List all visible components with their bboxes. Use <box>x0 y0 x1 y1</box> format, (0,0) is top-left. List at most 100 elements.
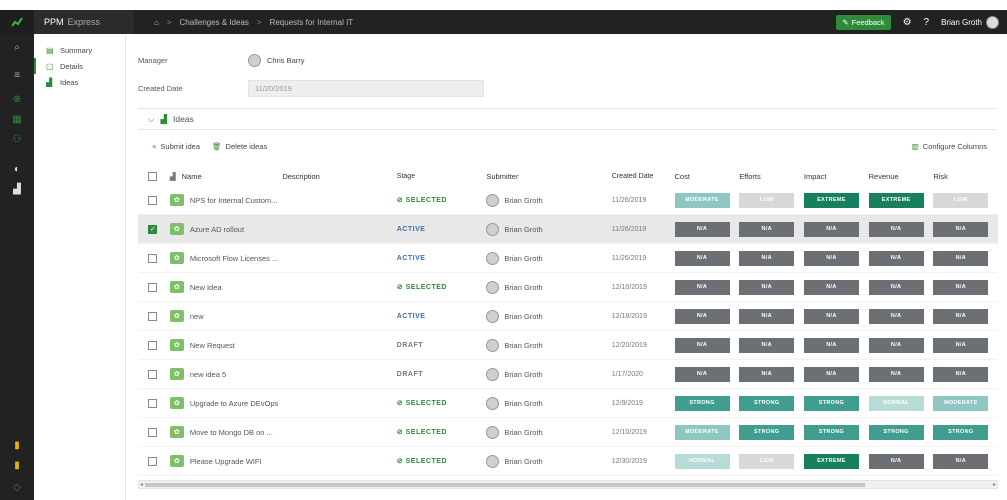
scroll-right-icon[interactable]: ▸ <box>993 481 996 488</box>
search-icon[interactable]: ⌕ <box>9 40 25 54</box>
column-header-name[interactable]: ▟ Name <box>168 172 282 181</box>
select-all-checkbox[interactable] <box>148 171 158 181</box>
breadcrumb-item-requests[interactable]: Requests for Internal IT <box>270 18 354 27</box>
table-row[interactable]: ✿ Move to Mongo DB on ... ⊘ SELECTED Brian … <box>138 418 998 447</box>
manager-field[interactable]: Chris Barry <box>248 54 305 67</box>
table-row[interactable]: ✿ new ACTIVE Brian Groth 12/18/2019 N/A N/A N/A… <box>138 302 998 331</box>
column-header-created-date[interactable]: Created Date <box>612 173 675 180</box>
row-checkbox[interactable]: ✓ <box>148 224 158 234</box>
metric-badge: STRONG <box>803 424 859 440</box>
settings-icon[interactable]: ◇ <box>9 480 25 494</box>
idea-name[interactable]: new <box>190 312 204 321</box>
stage-text: DRAFT <box>396 370 424 378</box>
metric-badge: LOW <box>739 192 795 208</box>
metric-badge: STRONG <box>933 424 989 440</box>
chart-icon[interactable]: ▟ <box>9 182 25 196</box>
column-header-impact[interactable]: Impact <box>804 172 869 181</box>
idea-name[interactable]: New Idea <box>190 283 222 292</box>
idea-name[interactable]: Upgrade to Azure DEvOps <box>190 399 278 408</box>
ideas-section-header[interactable]: ⌵ ▟ Ideas <box>138 108 996 130</box>
column-header-cost[interactable]: Cost <box>675 172 740 181</box>
menu-icon[interactable]: ≡ <box>9 68 25 82</box>
table-row[interactable]: ✿ new idea 5 DRAFT Brian Groth 1/17/2020 N/A N… <box>138 360 998 389</box>
people-icon[interactable]: ⚇ <box>9 132 25 146</box>
idea-name[interactable]: Azure AD rollout <box>190 225 244 234</box>
table-row[interactable]: ✿ Microsoft Flow Licenses ... ACTIVE Brian … <box>138 244 998 273</box>
table-row[interactable]: ✿ New Request DRAFT Brian Groth 12/20/2019 N/… <box>138 331 998 360</box>
app-launcher-icon[interactable] <box>0 10 34 34</box>
idea-icon: ✿ <box>169 223 184 235</box>
table-row[interactable]: ✓ ✿ Azure AD rollout ACTIVE Brian Groth 11/26… <box>138 215 998 244</box>
table-row[interactable]: ✿ New Idea ⊘ SELECTED Brian Groth 12/10/2019… <box>138 273 998 302</box>
horizontal-scrollbar[interactable]: ◂ ▸ <box>138 480 998 489</box>
chat-icon[interactable]: ▮ <box>9 438 25 452</box>
stage-text: SELECTED <box>405 429 447 436</box>
grid-icon[interactable]: ▦ <box>9 112 25 126</box>
stage-label: DRAFT <box>397 371 487 378</box>
metric-badge: N/A <box>933 366 989 382</box>
idea-name[interactable]: Please Upgrade WIFI <box>190 457 262 466</box>
row-checkbox[interactable] <box>148 369 158 379</box>
idea-name[interactable]: Move to Mongo DB on ... <box>190 428 273 437</box>
column-header-submitter[interactable]: Submitter <box>486 172 611 181</box>
palette-icon[interactable]: ◐ <box>9 162 25 176</box>
scrollbar-thumb[interactable] <box>145 483 865 487</box>
subnav-item-summary[interactable]: ▤ Summary <box>34 42 125 58</box>
table-row[interactable]: ✿ Upgrade to Azure DEvOps ⊘ SELECTED Brian … <box>138 389 998 418</box>
idea-name[interactable]: NPS for Internal Custom... <box>190 196 278 205</box>
columns-icon: ▥ <box>911 142 919 151</box>
row-checkbox[interactable] <box>148 427 158 437</box>
avatar <box>986 15 999 29</box>
row-checkbox[interactable] <box>148 456 158 466</box>
add-icon[interactable]: ⊕ <box>9 92 25 106</box>
created-date-label: Created Date <box>138 84 183 93</box>
row-checkbox[interactable] <box>148 282 158 292</box>
submit-idea-button[interactable]: + Submit idea <box>152 142 200 151</box>
app-title[interactable]: PPM Express <box>34 10 134 34</box>
table-row[interactable]: ✿ NPS for Internal Custom... ⊘ SELECTED Bri… <box>138 186 998 215</box>
row-checkbox[interactable] <box>148 398 158 408</box>
chat-alt-icon[interactable]: ▮ <box>9 458 25 472</box>
plus-icon: + <box>152 142 157 151</box>
subnav-label: Summary <box>60 45 93 55</box>
stage-label: ACTIVE <box>397 226 487 233</box>
row-checkbox[interactable] <box>148 195 158 205</box>
avatar <box>486 454 500 468</box>
scroll-left-icon[interactable]: ◂ <box>140 481 143 488</box>
submitter-name: Brian Groth <box>504 398 543 408</box>
idea-name[interactable]: New Request <box>190 341 235 350</box>
column-header-stage[interactable]: Stage <box>397 173 487 180</box>
feedback-button[interactable]: ✎ Feedback <box>836 14 891 30</box>
breadcrumb-item-challenges[interactable]: Challenges & Ideas <box>180 18 249 27</box>
column-header-efforts[interactable]: Efforts <box>739 172 804 181</box>
home-icon[interactable]: ⌂ <box>154 18 159 27</box>
sub-navigation: ▤ Summary ▢ Details ▟ Ideas <box>34 34 126 500</box>
subnav-item-ideas[interactable]: ▟ Ideas <box>34 74 125 90</box>
column-header-label: Name <box>181 171 202 181</box>
main-content: Manager Chris Barry Created Date 11/20/2… <box>128 34 1007 500</box>
row-checkbox[interactable] <box>148 340 158 350</box>
idea-name[interactable]: new idea 5 <box>190 370 226 379</box>
metric-badge: NORMAL <box>674 453 730 469</box>
user-menu[interactable]: Brian Groth <box>941 15 999 29</box>
created-date: 12/10/2019 <box>611 283 647 291</box>
idea-name[interactable]: Microsoft Flow Licenses ... <box>190 254 278 263</box>
stage-label: ⊘ SELECTED <box>397 196 487 204</box>
column-header-revenue[interactable]: Revenue <box>869 172 934 181</box>
metric-badge: N/A <box>674 366 730 382</box>
gear-icon[interactable]: ⚙ <box>903 17 912 28</box>
delete-ideas-button[interactable]: 🗑 Delete ideas <box>212 142 267 151</box>
metric-badge: N/A <box>739 279 795 295</box>
column-header-description[interactable]: Description <box>282 172 396 181</box>
table-row[interactable]: ✿ Please Upgrade WIFI ⊘ SELECTED Brian Grot… <box>138 447 998 476</box>
stage-label: ACTIVE <box>397 313 487 320</box>
chevron-down-icon[interactable]: ⌵ <box>148 114 154 125</box>
row-checkbox[interactable] <box>148 311 158 321</box>
help-icon[interactable]: ? <box>924 17 930 28</box>
row-checkbox[interactable] <box>148 253 158 263</box>
column-header-risk[interactable]: Risk <box>933 172 998 181</box>
subnav-item-details[interactable]: ▢ Details <box>34 58 125 74</box>
avatar <box>486 425 500 439</box>
configure-columns-button[interactable]: ▥ Configure Columns <box>912 142 987 151</box>
metric-badge: LOW <box>933 192 989 208</box>
